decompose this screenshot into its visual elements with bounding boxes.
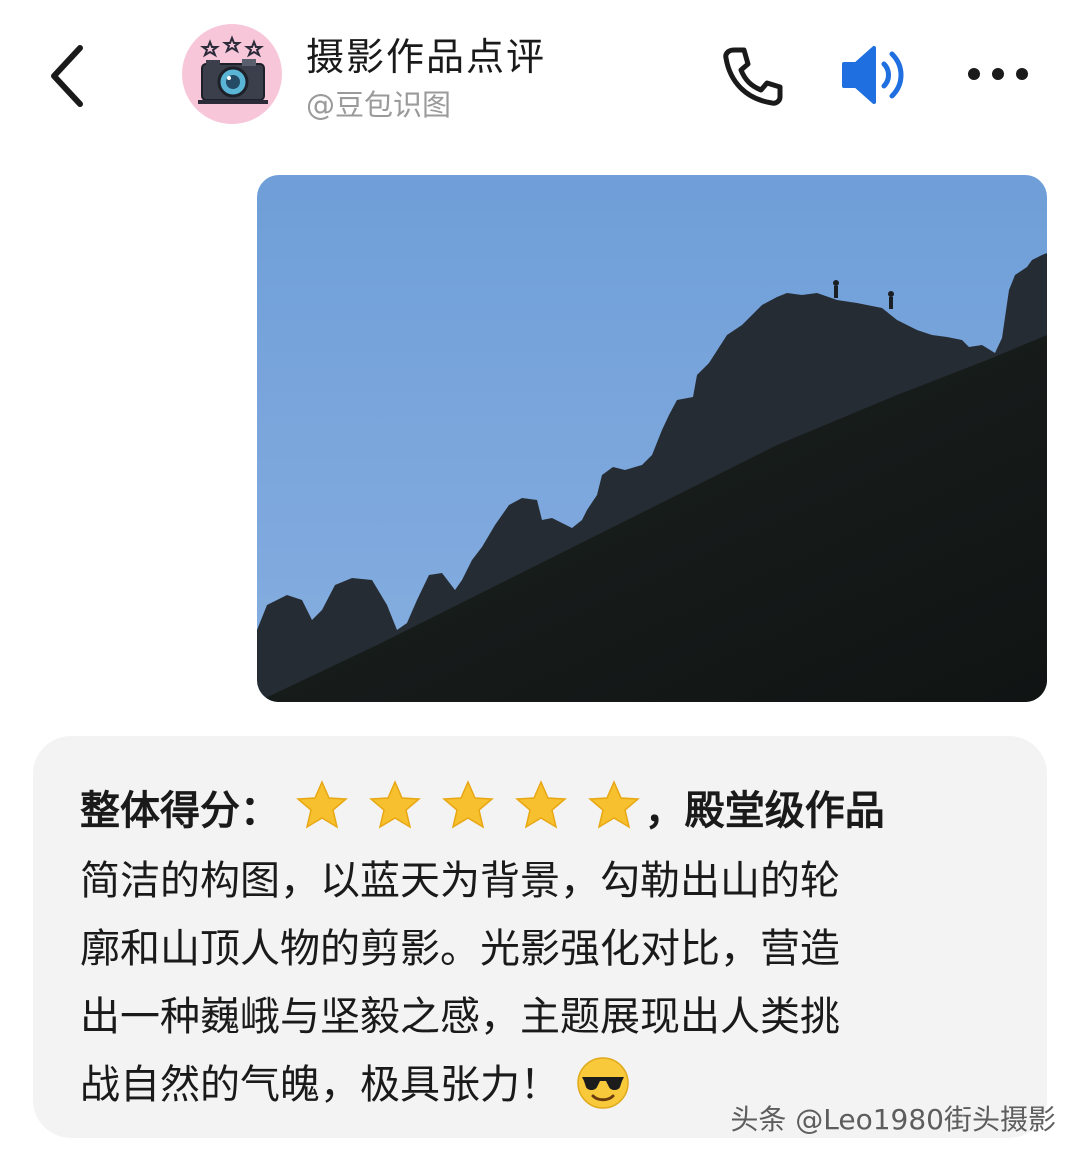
review-line-4: 战自然的气魄，极具张力！: [80, 1052, 630, 1110]
camera-with-stars-icon: [198, 35, 268, 104]
score-line: 整体得分： ，殿堂级作品: [80, 778, 885, 840]
star-icon: [441, 780, 494, 829]
chat-title: 摄影作品点评: [306, 35, 547, 79]
star-icon: [369, 780, 421, 829]
mountain-silhouette-photo: [257, 175, 1047, 702]
avatar[interactable]: [182, 24, 282, 124]
star-rating: [294, 780, 645, 840]
more-horizontal-icon: [968, 68, 1028, 80]
chat-subtitle: @豆包识图: [306, 88, 452, 122]
review-line-2: 廓和山顶人物的剪影。光影强化对比，营造: [80, 926, 840, 972]
call-button[interactable]: [716, 42, 788, 108]
review-line-3: 出一种巍峨与坚毅之感，主题展现出人类挑: [80, 994, 840, 1040]
sunglasses-face-emoji: [577, 1057, 629, 1109]
rank-text: ，殿堂级作品: [644, 788, 885, 834]
star-icon: [514, 780, 567, 829]
photo-message[interactable]: [257, 175, 1047, 702]
watermark: 头条 @Leo1980街头摄影: [730, 1103, 1056, 1136]
chat-screen: 摄影作品点评 @豆包识图 整体得分： ，殿堂级作品 简洁的构图，以蓝天为背景，勾…: [0, 0, 1080, 1155]
review-line-1: 简洁的构图，以蓝天为背景，勾勒出山的轮: [80, 858, 840, 904]
star-icon: [296, 780, 348, 829]
phone-icon: [723, 47, 783, 106]
score-label: 整体得分：: [80, 788, 280, 834]
more-button[interactable]: [958, 52, 1038, 96]
speaker-icon: [842, 46, 904, 104]
chevron-left-icon: [51, 45, 83, 107]
speaker-button[interactable]: [834, 40, 914, 110]
back-button[interactable]: [40, 38, 100, 114]
star-icon: [587, 780, 640, 829]
review-line-4-text: 战自然的气魄，极具张力！: [80, 1062, 560, 1108]
